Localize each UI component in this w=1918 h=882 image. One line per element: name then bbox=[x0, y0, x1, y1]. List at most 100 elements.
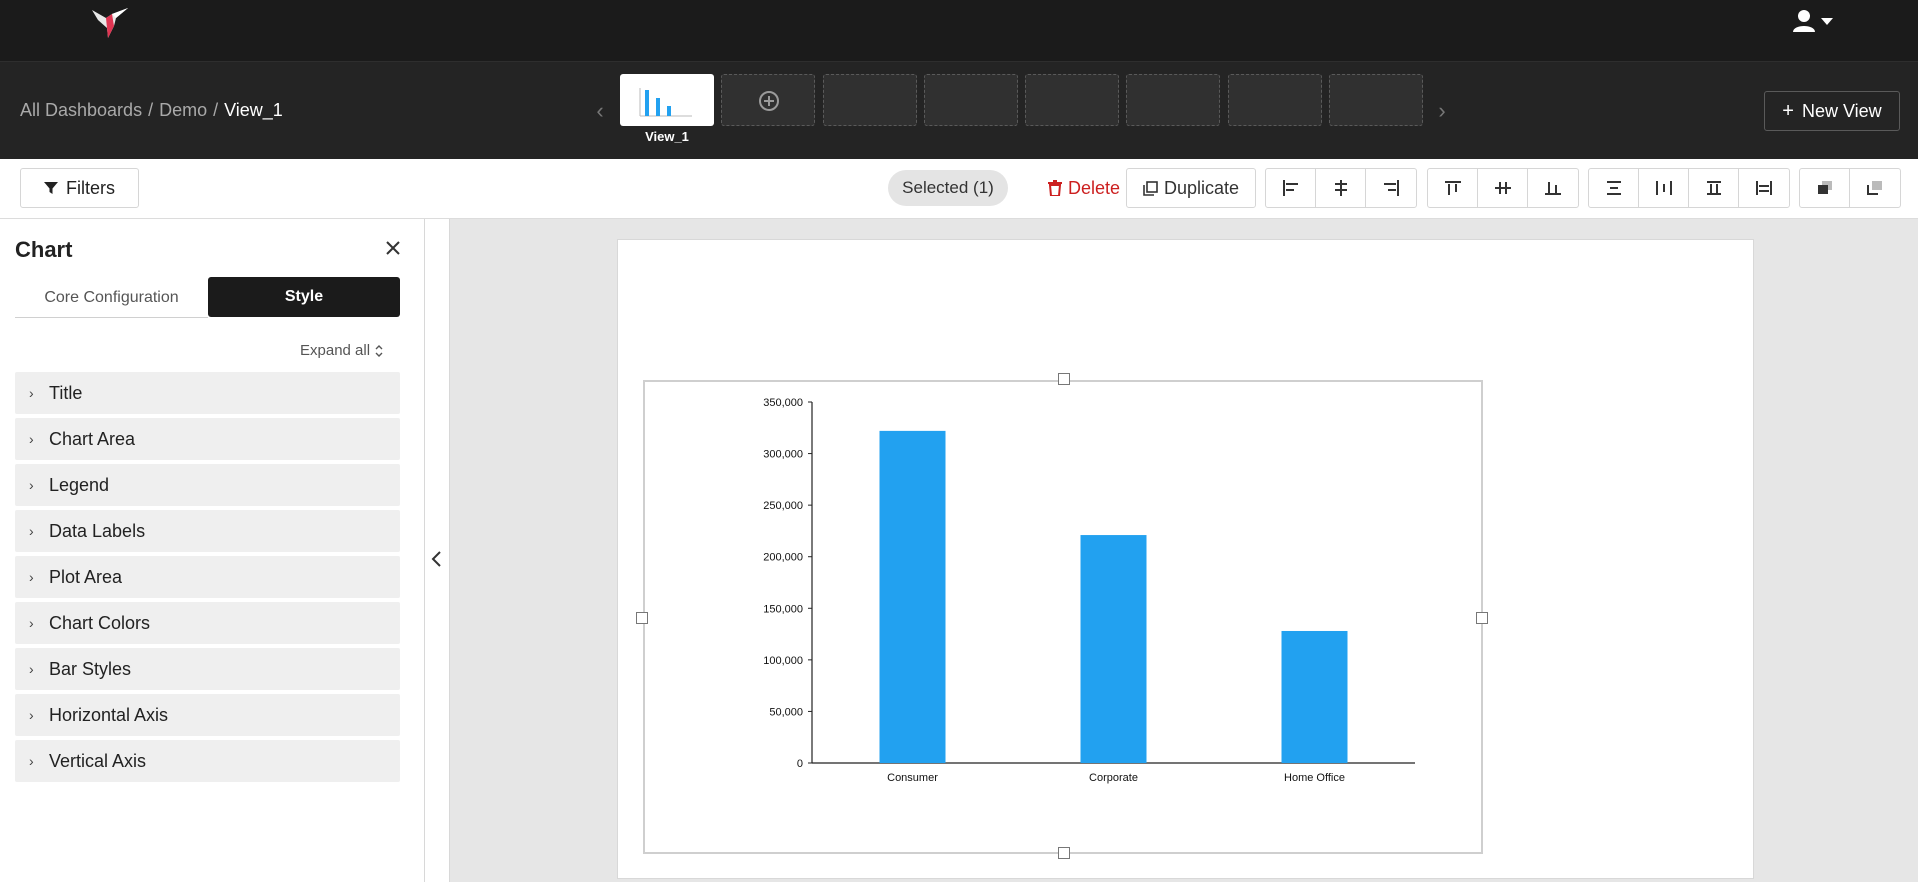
views-next-icon[interactable]: › bbox=[1432, 98, 1452, 124]
style-sections: › Title › Chart Area › Legend › Data Labels … bbox=[15, 372, 400, 786]
breadcrumb-demo[interactable]: Demo bbox=[159, 100, 207, 120]
align-middle-v-icon[interactable] bbox=[1478, 169, 1528, 207]
empty-view-slot[interactable] bbox=[1025, 74, 1119, 126]
copy-icon bbox=[1143, 180, 1158, 196]
section-title[interactable]: › Title bbox=[15, 372, 400, 414]
resize-handle-right[interactable] bbox=[1476, 612, 1488, 624]
empty-view-slot[interactable] bbox=[823, 74, 917, 126]
y-tick-label: 150,000 bbox=[763, 603, 803, 615]
distribute-h-icon[interactable] bbox=[1639, 169, 1689, 207]
filters-label: Filters bbox=[66, 177, 115, 198]
section-label: Plot Area bbox=[49, 566, 123, 587]
y-tick-label: 100,000 bbox=[763, 655, 803, 667]
chart-config-panel: Chart Core Configuration Style Expand al… bbox=[0, 219, 425, 882]
section-label: Title bbox=[49, 382, 83, 403]
y-tick-label: 200,000 bbox=[763, 552, 803, 564]
chart-widget[interactable]: 0 50,000 100,000 150,000 200,000 250,000 300,0… bbox=[643, 380, 1483, 854]
duplicate-label: Duplicate bbox=[1163, 177, 1240, 198]
y-tick-label: 50,000 bbox=[769, 706, 803, 718]
expand-all-label: Expand all bbox=[300, 342, 371, 359]
hummingbird-logo[interactable] bbox=[88, 4, 132, 44]
selected-count-badge: Selected (1) bbox=[888, 170, 1008, 206]
x-tick-label: Home Office bbox=[1284, 772, 1345, 784]
bring-forward-icon[interactable] bbox=[1800, 169, 1850, 207]
layer-group bbox=[1799, 168, 1901, 208]
resize-handle-top[interactable] bbox=[1058, 373, 1070, 385]
section-chart-colors[interactable]: › Chart Colors bbox=[15, 602, 400, 644]
view-label[interactable]: View_1 bbox=[620, 129, 714, 144]
panel-title: Chart bbox=[15, 237, 73, 262]
chevron-right-icon: › bbox=[29, 615, 34, 631]
breadcrumb: All Dashboards / Demo / View_1 bbox=[20, 100, 283, 121]
top-bar bbox=[0, 0, 1918, 61]
empty-view-slot[interactable] bbox=[1126, 74, 1220, 126]
add-view-slot[interactable] bbox=[721, 74, 815, 126]
trash-icon bbox=[1047, 180, 1062, 196]
x-tick-label: Consumer bbox=[887, 772, 938, 784]
resize-handle-bottom[interactable] bbox=[1058, 847, 1070, 859]
chevron-up-down-icon bbox=[375, 344, 383, 357]
bar-home-office bbox=[1281, 630, 1348, 763]
chevron-right-icon: › bbox=[29, 523, 34, 539]
chevron-right-icon: › bbox=[29, 569, 34, 585]
empty-view-slot[interactable] bbox=[1329, 74, 1423, 126]
section-data-labels[interactable]: › Data Labels bbox=[15, 510, 400, 552]
chevron-right-icon: › bbox=[29, 707, 34, 723]
align-right-icon[interactable] bbox=[1366, 169, 1416, 207]
breadcrumb-separator: / bbox=[213, 100, 219, 120]
new-view-button[interactable]: + New View bbox=[1764, 91, 1900, 131]
close-icon[interactable] bbox=[382, 237, 404, 259]
x-tick-label: Corporate bbox=[1089, 772, 1138, 784]
section-chart-area[interactable]: › Chart Area bbox=[15, 418, 400, 460]
tab-style[interactable]: Style bbox=[208, 277, 400, 317]
filters-button[interactable]: Filters bbox=[20, 168, 139, 208]
section-bar-styles[interactable]: › Bar Styles bbox=[15, 648, 400, 690]
send-backward-icon[interactable] bbox=[1850, 169, 1900, 207]
chevron-right-icon: › bbox=[29, 753, 34, 769]
empty-view-slot[interactable] bbox=[1228, 74, 1322, 126]
align-top-icon[interactable] bbox=[1428, 169, 1478, 207]
section-horizontal-axis[interactable]: › Horizontal Axis bbox=[15, 694, 400, 736]
view-bar: All Dashboards / Demo / View_1 ‹ View_1 › + … bbox=[0, 61, 1918, 159]
section-label: Bar Styles bbox=[49, 658, 132, 679]
section-label: Legend bbox=[49, 474, 110, 495]
delete-button[interactable]: Delete bbox=[1026, 169, 1142, 207]
expand-all-toggle[interactable]: Expand all bbox=[300, 342, 384, 359]
bar-chart: 0 50,000 100,000 150,000 200,000 250,000 300,0… bbox=[763, 397, 1415, 784]
y-tick-label: 350,000 bbox=[763, 397, 803, 409]
filter-icon bbox=[44, 182, 58, 194]
plus-icon: + bbox=[1782, 100, 1794, 122]
chevron-left-icon[interactable] bbox=[430, 549, 444, 569]
user-icon[interactable] bbox=[1790, 8, 1836, 36]
breadcrumb-all-dashboards[interactable]: All Dashboards bbox=[20, 100, 142, 120]
chevron-right-icon: › bbox=[29, 385, 34, 401]
plus-circle-icon bbox=[759, 91, 779, 111]
empty-view-slot[interactable] bbox=[924, 74, 1018, 126]
section-legend[interactable]: › Legend bbox=[15, 464, 400, 506]
new-view-label: New View bbox=[1801, 100, 1882, 121]
distribute-top-icon[interactable] bbox=[1589, 169, 1639, 207]
views-prev-icon[interactable]: ‹ bbox=[590, 98, 610, 124]
view-thumb-active[interactable] bbox=[620, 74, 714, 126]
bar-chart-thumbnail-icon bbox=[639, 88, 692, 117]
align-center-h-icon[interactable] bbox=[1316, 169, 1366, 207]
y-tick-label: 300,000 bbox=[763, 449, 803, 461]
duplicate-button[interactable]: Duplicate bbox=[1126, 168, 1256, 208]
chevron-right-icon: › bbox=[29, 477, 34, 493]
distribute-bottom-icon[interactable] bbox=[1689, 169, 1739, 207]
breadcrumb-current: View_1 bbox=[224, 100, 283, 120]
toolbar: Filters Selected (1) Delete Duplicate bbox=[0, 159, 1918, 219]
section-vertical-axis[interactable]: › Vertical Axis bbox=[15, 740, 400, 782]
resize-handle-left[interactable] bbox=[636, 612, 648, 624]
section-plot-area[interactable]: › Plot Area bbox=[15, 556, 400, 598]
section-label: Chart Area bbox=[49, 428, 136, 449]
delete-label: Delete bbox=[1067, 177, 1121, 198]
bar-corporate bbox=[1080, 535, 1147, 763]
chevron-right-icon: › bbox=[29, 661, 34, 677]
align-left-icon[interactable] bbox=[1266, 169, 1316, 207]
breadcrumb-separator: / bbox=[148, 100, 154, 120]
distribute-v-icon[interactable] bbox=[1739, 169, 1789, 207]
tab-core-configuration[interactable]: Core Configuration bbox=[15, 278, 208, 318]
panel-collapse-strip[interactable] bbox=[425, 219, 450, 882]
align-bottom-icon[interactable] bbox=[1528, 169, 1578, 207]
